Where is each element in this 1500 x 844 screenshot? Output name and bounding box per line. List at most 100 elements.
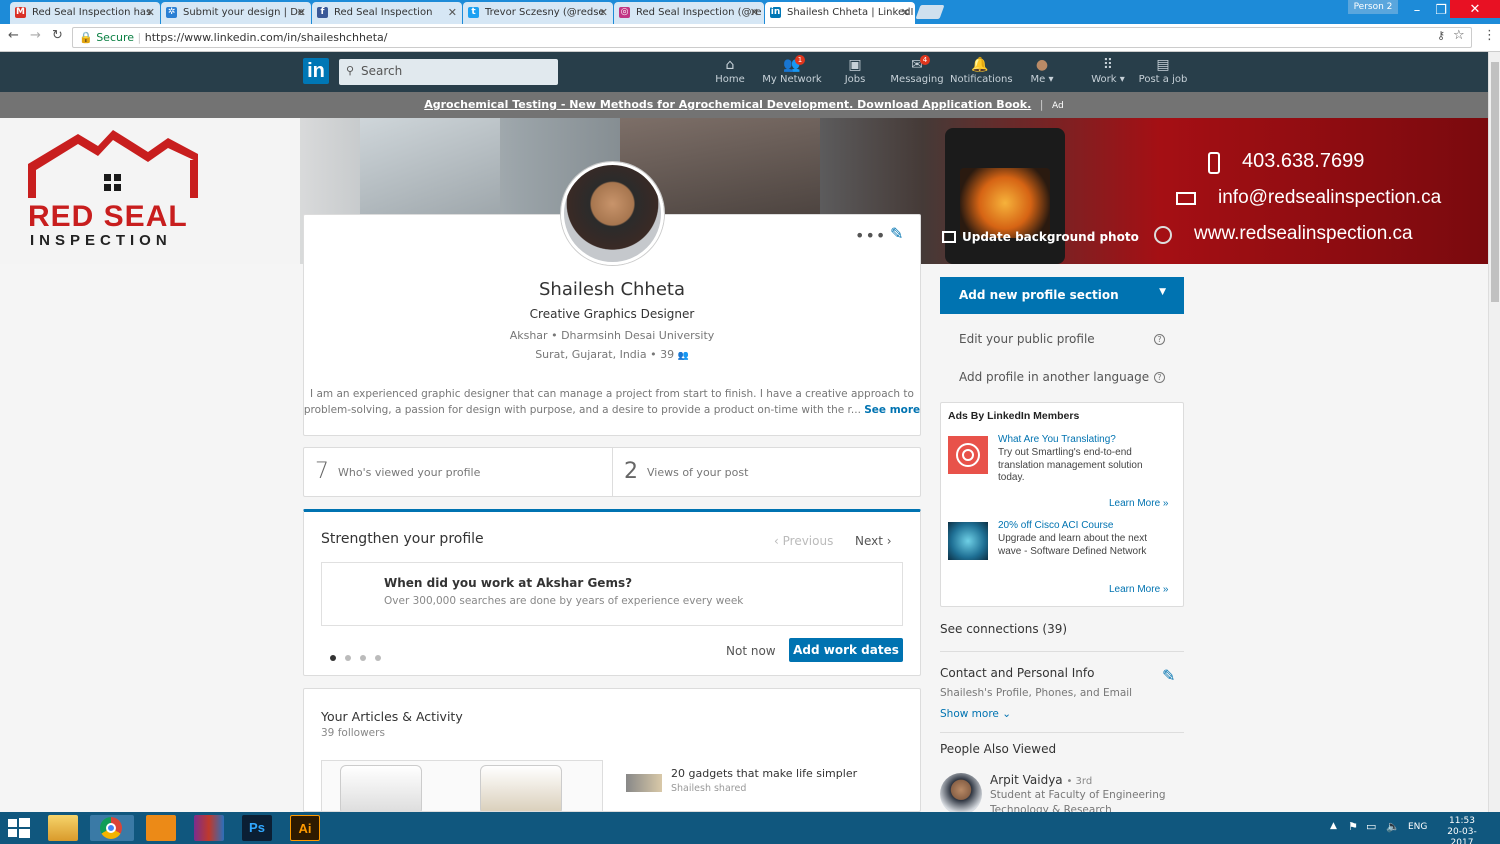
search-input[interactable]: ⚲ Search: [339, 59, 558, 85]
more-options-icon[interactable]: •••: [855, 226, 886, 245]
next-label: Next: [855, 534, 883, 548]
previous-button[interactable]: ‹ Previous: [774, 534, 833, 548]
network-tray-icon[interactable]: ▭: [1366, 820, 1376, 833]
nav-my-network[interactable]: 👥 1 My Network: [762, 55, 822, 85]
profile-switcher[interactable]: Person 2: [1348, 0, 1398, 14]
nav-messaging[interactable]: ✉ 4 Messaging: [887, 55, 947, 85]
add-language-link[interactable]: Add profile in another language: [959, 370, 1149, 384]
new-tab-button[interactable]: [915, 5, 945, 19]
close-tab-icon[interactable]: ✕: [750, 6, 759, 19]
post-views-label[interactable]: Views of your post: [647, 466, 748, 479]
browser-tab[interactable]: M Red Seal Inspection has ✕: [10, 2, 160, 24]
views-count[interactable]: 7: [315, 459, 329, 484]
avatar[interactable]: [561, 162, 664, 265]
url-bar[interactable]: 🔒 Secure | https://www.linkedin.com/in/s…: [72, 27, 1472, 48]
add-profile-section-button[interactable]: Add new profile section ▼: [940, 277, 1184, 314]
page-scrollbar[interactable]: [1488, 52, 1500, 812]
add-section-label: Add new profile section: [959, 288, 1119, 302]
article-thumbnail[interactable]: [321, 760, 603, 812]
person-sub-1: Student at Faculty of Engineering: [990, 789, 1166, 801]
edit-pencil-icon[interactable]: ✎: [890, 224, 903, 243]
nav-label: Post a job: [1138, 74, 1188, 85]
profile-connections[interactable]: 39: [660, 348, 674, 361]
outlook-icon[interactable]: [146, 815, 176, 841]
carousel-dots: [330, 646, 381, 665]
notification-badge: 4: [920, 55, 930, 65]
profile-headline: Creative Graphics Designer: [529, 307, 695, 321]
browser-tab[interactable]: in Shailesh Chheta | LinkedI ✕: [765, 2, 915, 24]
star-icon[interactable]: ☆: [1453, 28, 1465, 43]
carousel-dot[interactable]: [375, 655, 381, 661]
nav-home[interactable]: ⌂ Home: [700, 56, 760, 85]
reload-icon[interactable]: ↻: [52, 28, 63, 43]
clock[interactable]: 11:53 20-03-2017: [1440, 816, 1484, 844]
person-name[interactable]: Arpit Vaidya: [990, 773, 1063, 787]
person-avatar[interactable]: [940, 773, 982, 815]
tray-chevron-icon[interactable]: ▲: [1330, 821, 1337, 831]
not-now-button[interactable]: Not now: [726, 644, 776, 658]
nav-jobs[interactable]: ▣ Jobs: [825, 56, 885, 85]
nav-notifications[interactable]: 🔔 Notifications: [950, 56, 1013, 85]
learn-more-link[interactable]: Learn More »: [1109, 498, 1168, 509]
nav-post-a-job[interactable]: ▤ Post a job: [1133, 56, 1193, 85]
browser-tab[interactable]: ◎ Red Seal Inspection (@re ✕: [614, 2, 764, 24]
profile-company[interactable]: Akshar: [510, 329, 548, 342]
next-button[interactable]: Next ›: [855, 534, 892, 548]
followers-count[interactable]: 39 followers: [321, 727, 385, 739]
close-tab-icon[interactable]: ✕: [146, 6, 155, 19]
logo-text-red-seal: RED SEAL: [28, 200, 188, 233]
see-connections-link[interactable]: See connections (39): [940, 622, 1067, 636]
back-icon[interactable]: ←: [8, 28, 19, 43]
views-label[interactable]: Who's viewed your profile: [338, 466, 480, 479]
close-window-icon[interactable]: ✕: [1450, 0, 1500, 18]
carousel-dot[interactable]: [345, 655, 351, 661]
help-icon[interactable]: ?: [1154, 334, 1165, 345]
language-indicator[interactable]: ENG: [1408, 822, 1427, 832]
linkedin-logo[interactable]: in: [303, 58, 329, 84]
carousel-dot[interactable]: [360, 655, 366, 661]
file-explorer-icon[interactable]: [48, 815, 78, 841]
close-tab-icon[interactable]: ✕: [599, 6, 608, 19]
show-more-button[interactable]: Show more ⌄: [940, 708, 1011, 720]
edit-contact-icon[interactable]: ✎: [1162, 666, 1175, 685]
winrar-icon[interactable]: [194, 815, 224, 841]
carousel-dot[interactable]: [330, 655, 336, 661]
windows-taskbar: [0, 812, 1500, 844]
forward-icon[interactable]: →: [30, 28, 41, 43]
help-icon[interactable]: ?: [1154, 372, 1165, 383]
ad-link[interactable]: Agrochemical Testing - New Methods for A…: [424, 98, 1031, 111]
close-tab-icon[interactable]: ✕: [297, 6, 306, 19]
volume-icon[interactable]: 🔈: [1386, 820, 1400, 833]
profile-school[interactable]: Dharmsinh Desai University: [561, 329, 714, 342]
windows-start-icon[interactable]: [8, 818, 30, 838]
flag-icon[interactable]: ⚑: [1348, 820, 1358, 833]
cisco-course-logo[interactable]: [948, 522, 988, 560]
update-background-button[interactable]: Update background photo: [942, 230, 1139, 244]
photoshop-icon[interactable]: Ps: [242, 815, 272, 841]
learn-more-link[interactable]: Learn More »: [1109, 584, 1168, 595]
close-tab-icon[interactable]: ✕: [901, 6, 910, 19]
chrome-taskbar-button[interactable]: [90, 815, 134, 841]
post-views-count[interactable]: 2: [624, 459, 638, 484]
search-icon: ⚲: [346, 64, 355, 77]
key-icon[interactable]: ⚷: [1437, 29, 1445, 42]
smartling-logo[interactable]: [948, 436, 988, 474]
browser-tab[interactable]: ✲ Submit your design | De ✕: [161, 2, 311, 24]
profile-location: Surat, Gujarat, India: [535, 348, 647, 361]
add-work-dates-button[interactable]: Add work dates: [789, 638, 903, 662]
activity-thumbnail[interactable]: [626, 774, 662, 792]
ad1-title[interactable]: What Are You Translating?: [998, 434, 1116, 445]
ad2-title[interactable]: 20% off Cisco ACI Course: [998, 520, 1113, 531]
close-tab-icon[interactable]: ✕: [448, 6, 457, 19]
browser-tab[interactable]: f Red Seal Inspection ✕: [312, 2, 462, 24]
activity-sub: Shailesh shared: [671, 783, 747, 794]
suggestion-box: [321, 562, 903, 626]
nav-work[interactable]: ⠿ Work ▾: [1078, 56, 1138, 85]
nav-me[interactable]: ● Me ▾: [1012, 56, 1072, 85]
activity-title[interactable]: 20 gadgets that make life simpler: [671, 767, 857, 780]
edit-public-profile-link[interactable]: Edit your public profile: [959, 332, 1095, 346]
browser-tab[interactable]: t Trevor Sczesny (@redse ✕: [463, 2, 613, 24]
see-more-link[interactable]: See more: [864, 404, 920, 416]
illustrator-icon[interactable]: Ai: [290, 815, 320, 841]
menu-icon[interactable]: ⋮: [1483, 28, 1496, 43]
